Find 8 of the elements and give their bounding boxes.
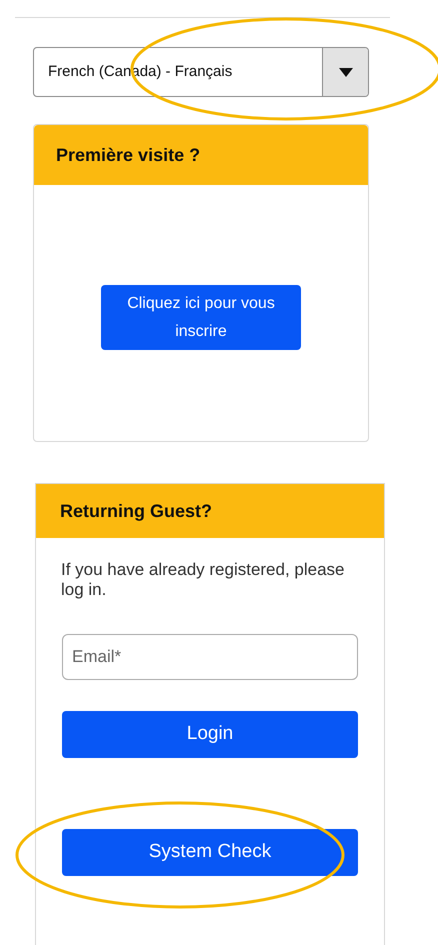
login-instructions: If you have already registered, please log in.: [61, 560, 346, 600]
system-check-button[interactable]: System Check: [62, 829, 358, 876]
email-field[interactable]: Email*: [62, 634, 358, 680]
caret-icon: [338, 68, 352, 76]
card-title: Première visite ?: [56, 144, 200, 166]
card-title: Returning Guest?: [60, 500, 212, 523]
login-button[interactable]: Login: [62, 711, 358, 758]
register-button[interactable]: Cliquez ici pour vous inscrire: [101, 285, 301, 350]
